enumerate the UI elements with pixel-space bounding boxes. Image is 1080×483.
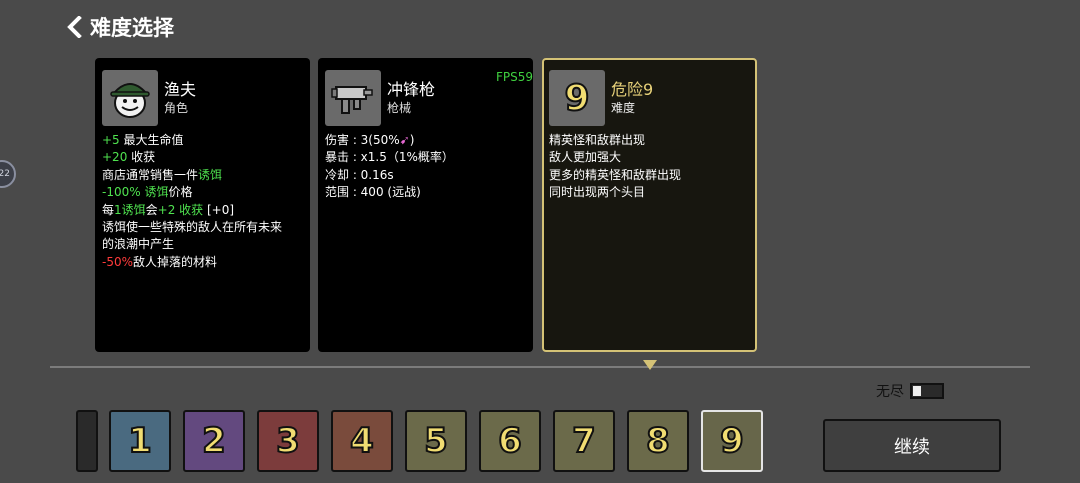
smg-weapon-icon (325, 70, 381, 126)
header: 难度选择 (66, 12, 174, 42)
danger-level-portrait: 9 (549, 70, 605, 126)
difficulty-slot-7[interactable]: 7 (553, 410, 615, 472)
difficulty-number: 1 (127, 420, 153, 462)
selection-pointer-icon (643, 360, 657, 370)
stat-segment: -50% (102, 254, 134, 269)
difficulty-slot-6[interactable]: 6 (479, 410, 541, 472)
stat-line: 暴击 : x1.5（1%概率） (325, 149, 526, 166)
difficulty-slot-1[interactable]: 1 (109, 410, 171, 472)
fisherman-portrait-icon (102, 70, 158, 126)
stat-line: -100% 诱饵价格 (102, 184, 303, 201)
stat-line: 每1诱饵会+2 收获 [+0] (102, 202, 303, 219)
stat-segment: 收获 (127, 150, 156, 165)
stat-line: 的浪潮中产生 (102, 236, 303, 253)
difficulty-slot-3[interactable]: 3 (257, 410, 319, 472)
stat-line: 商店通常销售一件诱饵 (102, 167, 303, 184)
difficulty-number: 6 (497, 420, 523, 462)
stat-line: 精英怪和敌群出现 (549, 132, 750, 149)
stat-line: 敌人更加强大 (549, 149, 750, 166)
page-title: 难度选择 (90, 16, 174, 40)
difficulty-slot-8[interactable]: 8 (627, 410, 689, 472)
stat-segment: 精英怪和敌群出现 (549, 133, 646, 147)
difficulty-slot-5[interactable]: 5 (405, 410, 467, 472)
stat-line: 伤害 : 3(50%➹) (325, 132, 526, 149)
stat-segment: +5 (102, 133, 120, 147)
stat-line: +5 最大生命值 (102, 132, 303, 149)
divider (50, 366, 1030, 368)
stat-segment: 敌人更加强大 (549, 150, 622, 165)
continue-button[interactable]: 继续 (823, 419, 1001, 472)
stat-segment: [+0] (203, 202, 235, 217)
stat-line: 更多的精英怪和敌群出现 (549, 167, 750, 184)
endless-label: 无尽 (876, 384, 904, 400)
stat-segment: 范围 : 400 (远战) (325, 185, 421, 200)
card-stats: +5 最大生命值 +20 收获 商店通常销售一件诱饵 -100% 诱饵价格 每1诱饵会+… (102, 132, 303, 271)
difficulty-slot-9[interactable]: 9 (701, 410, 763, 472)
difficulty-number: 4 (349, 420, 375, 462)
back-arrow-icon[interactable] (66, 16, 82, 38)
difficulty-slot-2[interactable]: 2 (183, 410, 245, 472)
difficulty-card: 9 危险9 难度 精英怪和敌群出现 敌人更加强大更多的精英怪和敌群出现 同时出现两个… (542, 58, 757, 352)
stat-segment: 诱饵使一些特殊的敌人在所有未来 (102, 220, 283, 235)
stat-line: 同时出现两个头目 (549, 184, 750, 201)
stat-segment: -100% 诱饵 (102, 185, 169, 200)
card-stats: 精英怪和敌群出现 敌人更加强大更多的精英怪和敌群出现 同时出现两个头目 (549, 132, 750, 202)
side-badge-button[interactable]: 22 (0, 160, 16, 188)
endless-toggle-group: 无尽 (876, 381, 944, 401)
stat-line: 诱饵使一些特殊的敌人在所有未来 (102, 219, 303, 236)
stat-segment: 冷却 : 0.16s (325, 167, 394, 182)
stat-segment: 价格 (168, 185, 193, 200)
stat-segment: 1诱饵 (114, 202, 146, 217)
stat-segment: 的浪潮中产生 (102, 237, 175, 252)
card-name: 渔夫 (164, 80, 197, 99)
weapon-card: 冲锋枪 枪械 伤害 : 3(50%➹) 暴击 : x1.5（1%概率） 冷却 : 0… (318, 58, 533, 352)
stat-segment: 同时出现两个头目 (549, 185, 646, 200)
card-type: 角色 (164, 101, 189, 115)
difficulty-slot-4[interactable]: 4 (331, 410, 393, 472)
stat-segment: 更多的精英怪和敌群出现 (549, 167, 682, 182)
stat-segment: ➹ (399, 133, 410, 147)
character-card: 渔夫 角色 +5 最大生命值 +20 收获 商店通常销售一件诱饵 -100% 诱饵价格… (95, 58, 310, 352)
card-type: 难度 (611, 101, 636, 115)
stat-line: 冷却 : 0.16s (325, 167, 526, 184)
stat-segment: 暴击 : x1.5（1%概率） (325, 150, 454, 165)
card-name: 危险9 (611, 80, 654, 99)
stat-segment: 会 (145, 202, 158, 217)
side-badge-label: 22 (0, 169, 10, 179)
stat-segment: 最大生命值 (119, 133, 184, 147)
stat-segment: +2 收获 (157, 202, 204, 217)
difficulty-number: 8 (645, 420, 671, 462)
continue-label: 继续 (894, 436, 930, 458)
card-stats: 伤害 : 3(50%➹) 暴击 : x1.5（1%概率） 冷却 : 0.16s 范围 … (325, 132, 526, 202)
card-type: 枪械 (387, 101, 412, 115)
difficulty-number: 5 (423, 420, 449, 462)
stat-segment: ) (409, 133, 415, 147)
difficulty-number: 2 (201, 420, 227, 462)
difficulty-number: 3 (275, 420, 301, 462)
stat-segment: 商店通常销售一件 (102, 167, 199, 182)
endless-toggle[interactable] (910, 383, 944, 399)
stat-segment: 伤害 : 3(50% (325, 133, 400, 147)
stat-line: 范围 : 400 (远战) (325, 184, 526, 201)
card-name: 冲锋枪 (387, 80, 436, 99)
stat-line: +20 收获 (102, 149, 303, 166)
difficulty-slot-locked[interactable] (76, 410, 98, 472)
fps-counter: FPS59 (496, 70, 534, 84)
stat-segment: 敌人掉落的材料 (133, 254, 218, 269)
difficulty-number: 9 (719, 420, 745, 462)
stat-segment: +20 (102, 150, 128, 165)
stat-line: -50%敌人掉落的材料 (102, 254, 303, 271)
danger-level-number: 9 (563, 77, 590, 120)
stat-segment: 每 (102, 202, 115, 217)
difficulty-number: 7 (571, 420, 597, 462)
stat-segment: 诱饵 (198, 167, 223, 182)
